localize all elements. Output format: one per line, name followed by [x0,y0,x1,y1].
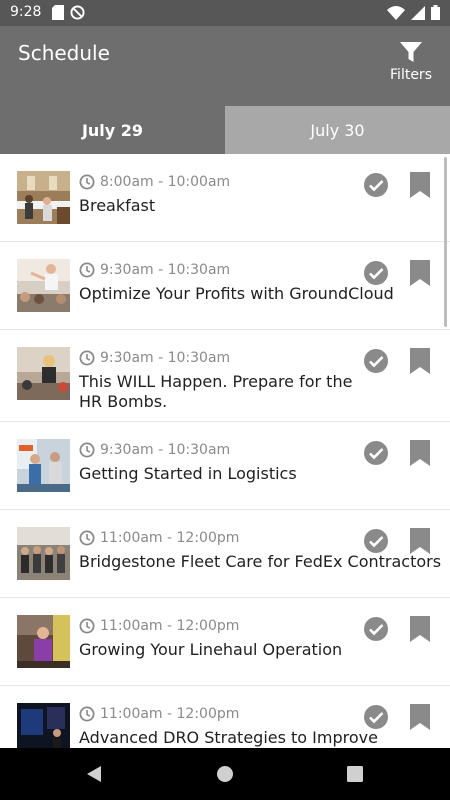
session-title: Growing Your Linehaul Operation [79,640,343,659]
session-title: This WILL Happen. Prepare for the HR Bom… [79,372,353,411]
clock-icon [79,174,95,190]
session-item[interactable]: 11:00am - 12:00pm Advanced DRO Strategie… [0,686,450,748]
session-time-text: 11:00am - 12:00pm [100,618,240,634]
session-time-text: 11:00am - 12:00pm [100,530,240,546]
clock-icon [79,530,95,546]
attend-check-icon[interactable] [363,704,389,730]
tab-july-29[interactable]: July 29 [0,106,225,154]
clock-icon [79,350,95,366]
attend-check-icon[interactable] [363,260,389,286]
session-time: 11:00am - 12:00pm [79,618,239,634]
wifi-icon [387,5,405,20]
app-bar: Schedule Filters [0,26,450,106]
status-icons-right [387,5,440,20]
bookmark-icon[interactable] [408,172,432,198]
session-time: 9:30am - 10:30am [79,350,230,366]
status-icons-left [52,5,85,20]
scrollbar[interactable] [444,157,447,327]
clock-icon [79,262,95,278]
date-tabs: July 29 July 30 [0,106,450,154]
attend-check-icon[interactable] [363,528,389,554]
session-thumbnail [17,703,70,748]
session-item[interactable]: 9:30am - 10:30am Optimize Your Profits w… [0,242,450,330]
session-title: Advanced DRO Strategies to Improve [79,728,378,747]
session-thumbnail [17,439,70,492]
bookmark-icon[interactable] [408,616,432,642]
session-thumbnail [17,527,70,580]
bookmark-icon[interactable] [408,440,432,466]
session-item[interactable]: 11:00am - 12:00pm Bridgestone Fleet Care… [0,510,450,598]
home-icon[interactable] [215,764,235,784]
bookmark-icon[interactable] [408,528,432,554]
session-time-text: 8:00am - 10:00am [100,174,231,190]
recents-icon[interactable] [345,764,365,784]
session-time: 8:00am - 10:00am [79,174,230,190]
filters-button[interactable]: Filters [384,40,438,90]
session-thumbnail [17,347,70,400]
bookmark-icon[interactable] [408,348,432,374]
status-bar: 9:28 [0,0,450,26]
no-sync-icon [70,5,85,20]
session-time: 11:00am - 12:00pm [79,706,239,722]
session-time-text: 11:00am - 12:00pm [100,706,240,722]
session-item[interactable]: 11:00am - 12:00pm Growing Your Linehaul … [0,598,450,686]
session-thumbnail [17,615,70,668]
system-nav-bar [0,748,450,800]
filters-label: Filters [390,67,432,83]
session-title: Breakfast [79,196,156,215]
attend-check-icon[interactable] [363,440,389,466]
page-title: Schedule [18,41,110,65]
session-time-text: 9:30am - 10:30am [100,350,231,366]
battery-icon [431,5,440,20]
clock-icon [79,618,95,634]
back-icon[interactable] [84,764,104,784]
session-item[interactable]: 8:00am - 10:00am Breakfast [0,154,450,242]
attend-check-icon[interactable] [363,348,389,374]
tab-july-30[interactable]: July 30 [225,106,450,154]
session-time-text: 9:30am - 10:30am [100,442,231,458]
attend-check-icon[interactable] [363,616,389,642]
clock-icon [79,442,95,458]
filter-icon [400,42,422,62]
session-title: Getting Started in Logistics [79,464,297,483]
session-title: Optimize Your Profits with GroundCloud [79,284,394,303]
bookmark-icon[interactable] [408,260,432,286]
session-thumbnail [17,259,70,312]
session-thumbnail [17,171,70,224]
bookmark-icon[interactable] [408,704,432,730]
attend-check-icon[interactable] [363,172,389,198]
signal-icon [411,5,425,20]
session-time: 9:30am - 10:30am [79,442,230,458]
session-time-text: 9:30am - 10:30am [100,262,231,278]
session-item[interactable]: 9:30am - 10:30am Getting Started in Logi… [0,422,450,510]
session-title: Bridgestone Fleet Care for FedEx Contrac… [79,552,442,571]
session-item[interactable]: 9:30am - 10:30am This WILL Happen. Prepa… [0,330,450,422]
session-list[interactable]: 8:00am - 10:00am Breakfast 9:30am - 10:3… [0,154,450,748]
session-time: 11:00am - 12:00pm [79,530,239,546]
sd-card-icon [52,5,64,20]
session-time: 9:30am - 10:30am [79,262,230,278]
clock-icon [79,706,95,722]
status-time: 9:28 [10,4,42,20]
